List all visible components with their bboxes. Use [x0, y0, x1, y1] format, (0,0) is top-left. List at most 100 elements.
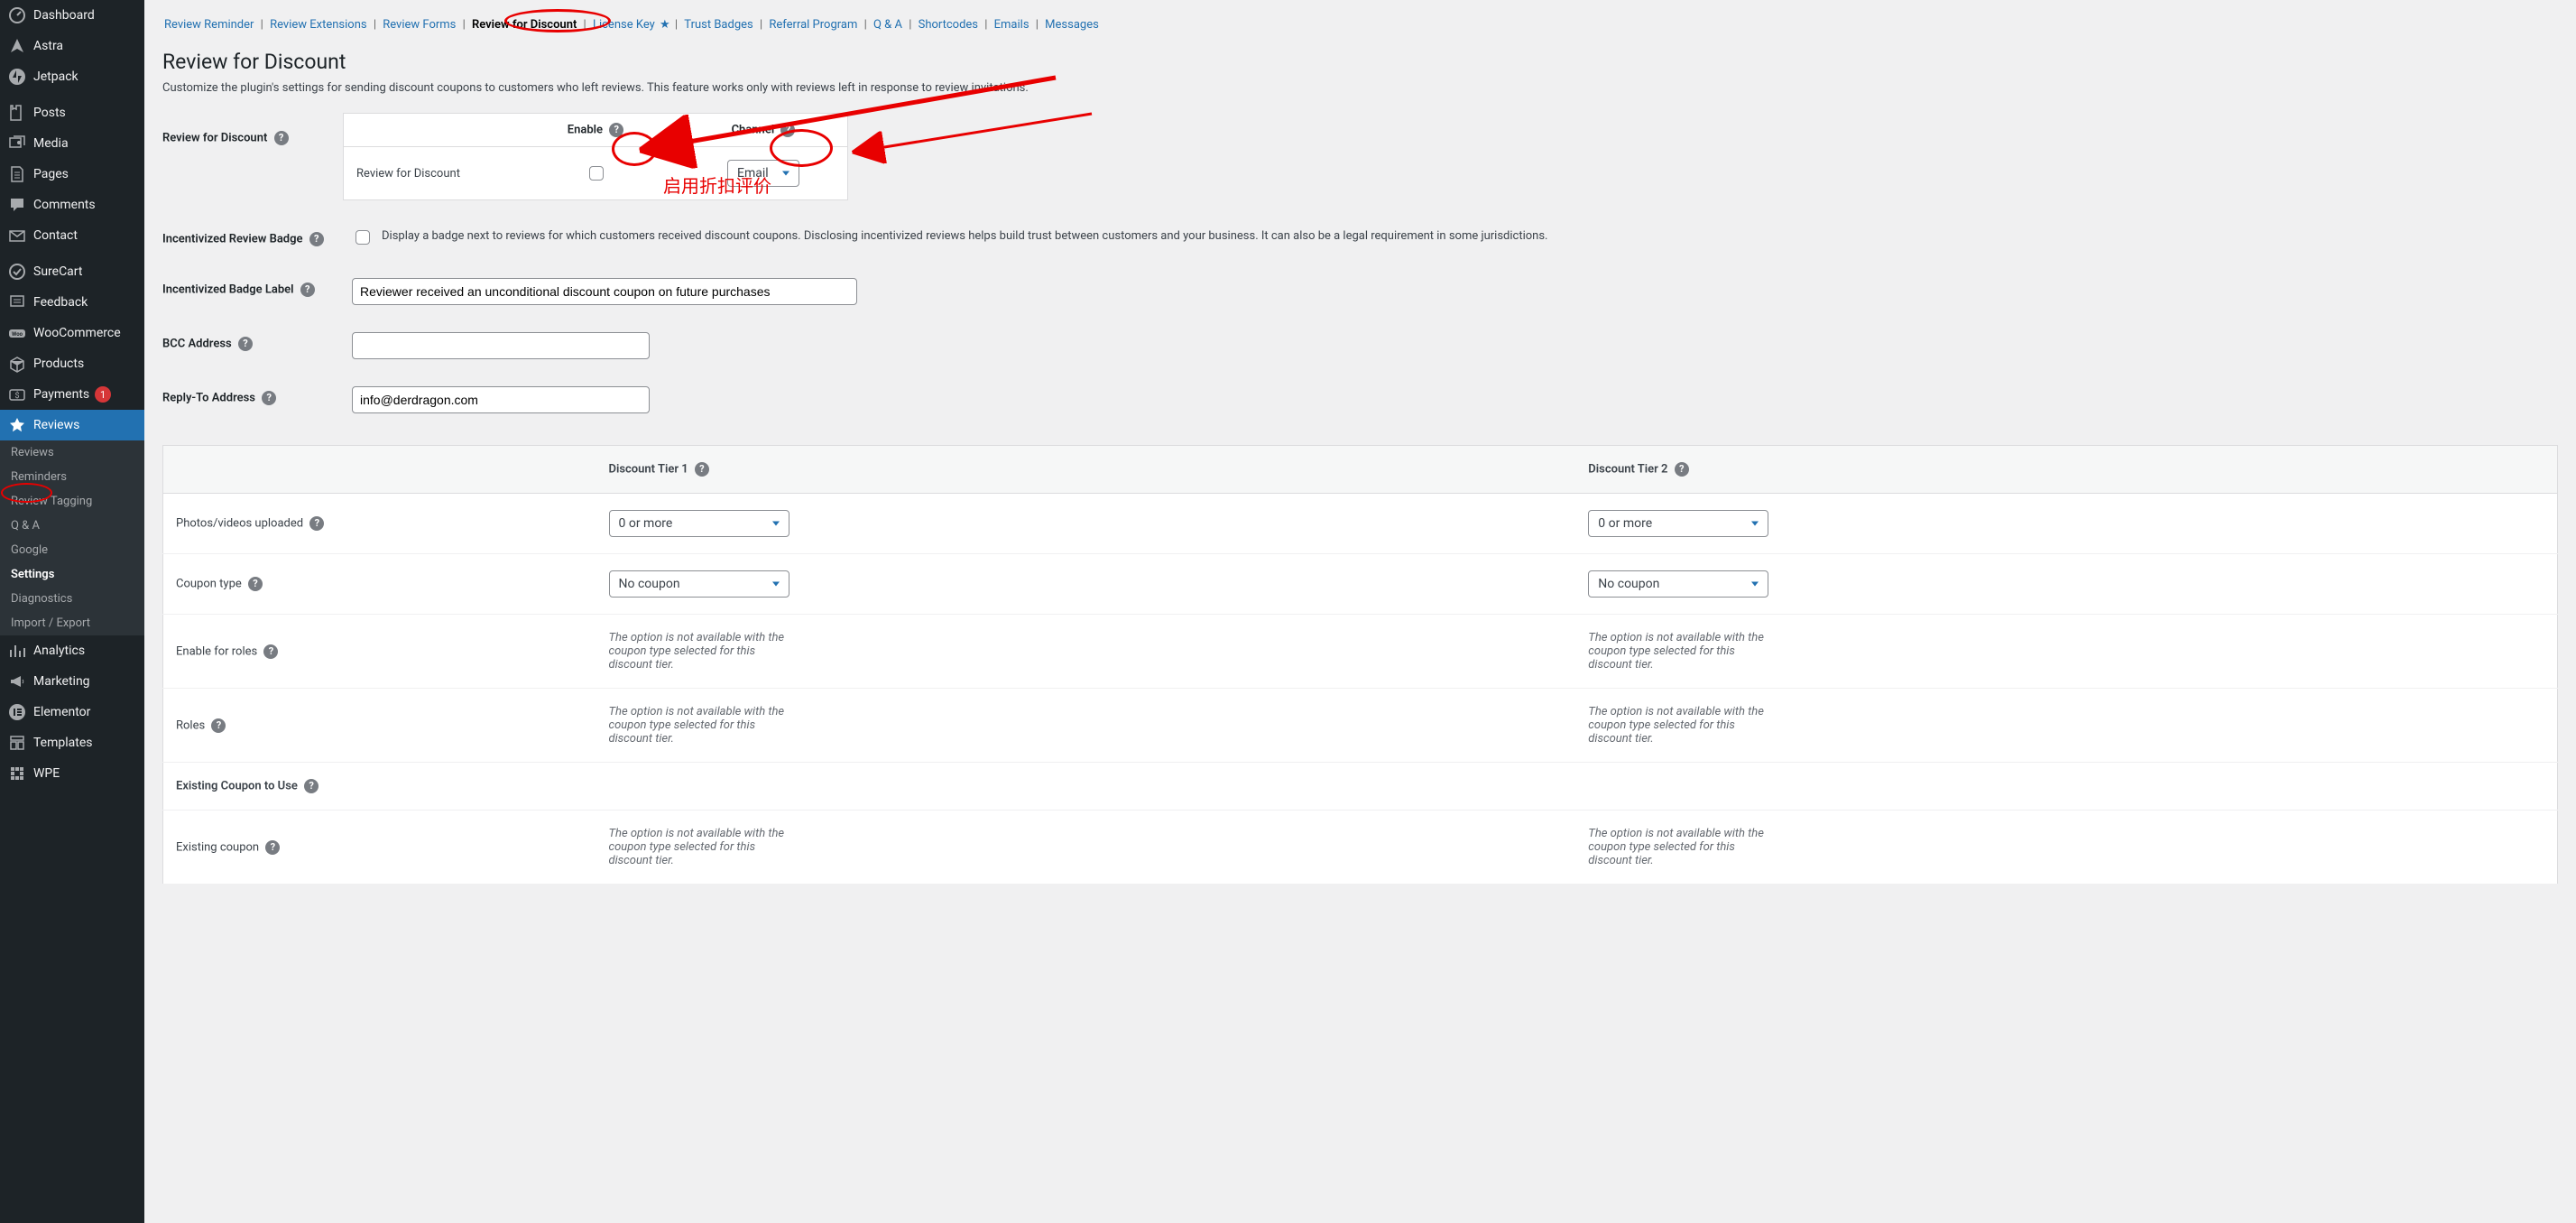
sidebar-sub-review-tagging[interactable]: Review Tagging — [0, 489, 144, 514]
discount-tier-table: Discount Tier 1 Discount Tier 2 Photos/v… — [162, 445, 2558, 885]
help-icon[interactable] — [309, 516, 324, 531]
sidebar-sub-reviews[interactable]: Reviews — [0, 440, 144, 465]
help-icon[interactable] — [238, 337, 253, 351]
tier-unavailable-note: The option is not available with the cou… — [1588, 631, 1768, 672]
help-icon[interactable] — [262, 391, 276, 405]
photos-videos-uploaded-tier1-select[interactable]: 0 or more — [609, 510, 789, 537]
sidebar-item-label: Comments — [33, 198, 96, 212]
sidebar-item-media[interactable]: Media — [0, 128, 144, 159]
help-icon[interactable] — [1675, 462, 1689, 477]
help-icon[interactable] — [780, 123, 795, 137]
sidebar-item-label: SureCart — [33, 264, 82, 279]
help-icon[interactable] — [274, 131, 289, 145]
sidebar-sub-q-a[interactable]: Q & A — [0, 514, 144, 538]
dashboard-icon — [8, 6, 26, 24]
row-label-reply-to: Reply-To Address — [162, 391, 255, 404]
sidebar-item-contact[interactable]: Contact — [0, 220, 144, 251]
sidebar-item-comments[interactable]: Comments — [0, 190, 144, 220]
sidebar-item-reviews[interactable]: Reviews — [0, 410, 144, 440]
tier-row-label: Coupon type — [176, 577, 242, 590]
sidebar-item-templates[interactable]: Templates — [0, 727, 144, 758]
sidebar-sub-import-export[interactable]: Import / Export — [0, 611, 144, 635]
sidebar-item-jetpack[interactable]: Jetpack — [0, 61, 144, 92]
help-icon[interactable] — [211, 718, 226, 733]
select-value: No coupon — [1598, 577, 1659, 591]
select-value: 0 or more — [619, 516, 673, 531]
sidebar-item-label: Analytics — [33, 644, 85, 658]
tab-q-a[interactable]: Q & A — [872, 18, 904, 32]
sidebar-item-elementor[interactable]: Elementor — [0, 697, 144, 727]
reply-to-address-input[interactable] — [352, 386, 650, 413]
tab-emails[interactable]: Emails — [993, 18, 1031, 32]
tab-review-extensions[interactable]: Review Extensions — [268, 18, 369, 32]
sidebar-item-feedback[interactable]: Feedback — [0, 287, 144, 318]
sidebar-item-label: Elementor — [33, 705, 90, 719]
tab-review-reminder[interactable]: Review Reminder — [162, 18, 255, 32]
help-icon[interactable] — [248, 577, 263, 591]
sidebar-item-label: Products — [33, 357, 84, 371]
coupon-type-tier2-select[interactable]: No coupon — [1588, 570, 1768, 598]
help-icon[interactable] — [309, 232, 324, 246]
help-icon[interactable] — [265, 840, 280, 855]
sidebar-item-pages[interactable]: Pages — [0, 159, 144, 190]
sidebar-item-label: Marketing — [33, 674, 90, 689]
sidebar-item-label: Templates — [33, 736, 93, 750]
tab-messages[interactable]: Messages — [1043, 18, 1101, 32]
tab-shortcodes[interactable]: Shortcodes — [917, 18, 980, 32]
tier1-header: Discount Tier 1 — [609, 462, 688, 476]
sidebar-sub-diagnostics[interactable]: Diagnostics — [0, 587, 144, 611]
contact-icon — [8, 227, 26, 245]
products-icon — [8, 355, 26, 373]
help-icon[interactable] — [300, 283, 315, 297]
col-header-channel: Channel — [732, 123, 775, 136]
wpe-icon — [8, 764, 26, 783]
sidebar-item-products[interactable]: Products — [0, 348, 144, 379]
settings-tabs: Review Reminder | Review Extensions | Re… — [162, 0, 2558, 37]
sidebar-item-marketing[interactable]: Marketing — [0, 666, 144, 697]
incentivized-badge-description: Display a badge next to reviews for whic… — [382, 227, 1547, 246]
help-icon[interactable] — [304, 779, 319, 793]
sidebar-sub-reminders[interactable]: Reminders — [0, 465, 144, 489]
tab-license-key[interactable]: License Key — [591, 18, 657, 32]
sidebar-item-astra[interactable]: Astra — [0, 31, 144, 61]
marketing-icon — [8, 672, 26, 690]
incentivized-badge-checkbox[interactable] — [355, 230, 370, 245]
row-label-review-for-discount: Review for Discount — [162, 131, 267, 144]
help-icon[interactable] — [609, 123, 623, 137]
comments-icon — [8, 196, 26, 214]
help-icon[interactable] — [695, 462, 709, 477]
col-header-enable: Enable — [568, 123, 603, 136]
posts-icon — [8, 104, 26, 122]
channel-select[interactable]: Email — [727, 160, 799, 187]
channel-select-value: Email — [737, 166, 769, 181]
sidebar-item-payments[interactable]: $Payments1 — [0, 379, 144, 410]
incentivized-badge-label-input[interactable] — [352, 278, 857, 305]
sidebar-item-label: Reviews — [33, 418, 79, 432]
help-icon[interactable] — [263, 644, 278, 659]
tier-unavailable-note: The option is not available with the cou… — [609, 705, 789, 746]
coupon-type-tier1-select[interactable]: No coupon — [609, 570, 789, 598]
sidebar-item-woocommerce[interactable]: WooWooCommerce — [0, 318, 144, 348]
sidebar-item-label: Pages — [33, 167, 69, 181]
sidebar-item-posts[interactable]: Posts — [0, 97, 144, 128]
tab-review-for-discount[interactable]: Review for Discount — [470, 18, 578, 32]
sidebar-item-wpe[interactable]: WPE — [0, 758, 144, 789]
sidebar-sub-google[interactable]: Google — [0, 538, 144, 562]
svg-text:Woo: Woo — [12, 331, 23, 338]
sidebar-item-dashboard[interactable]: Dashboard — [0, 0, 144, 31]
sidebar-item-surecart[interactable]: SureCart — [0, 256, 144, 287]
sidebar-sub-settings[interactable]: Settings — [0, 562, 144, 587]
sidebar-item-label: Feedback — [33, 295, 88, 310]
tab-referral-program[interactable]: Referral Program — [767, 18, 859, 32]
sidebar-item-analytics[interactable]: Analytics — [0, 635, 144, 666]
bcc-address-input[interactable] — [352, 332, 650, 359]
tab-trust-badges[interactable]: Trust Badges — [682, 18, 754, 32]
photos-videos-uploaded-tier2-select[interactable]: 0 or more — [1588, 510, 1768, 537]
enable-review-for-discount-checkbox[interactable] — [589, 166, 604, 181]
sidebar-item-label: Media — [33, 136, 69, 151]
tab-review-forms[interactable]: Review Forms — [381, 18, 457, 32]
reviews-icon — [8, 416, 26, 434]
jetpack-icon — [8, 68, 26, 86]
sidebar-item-label: Jetpack — [33, 69, 78, 84]
tier-row-label: Existing coupon — [176, 840, 259, 854]
